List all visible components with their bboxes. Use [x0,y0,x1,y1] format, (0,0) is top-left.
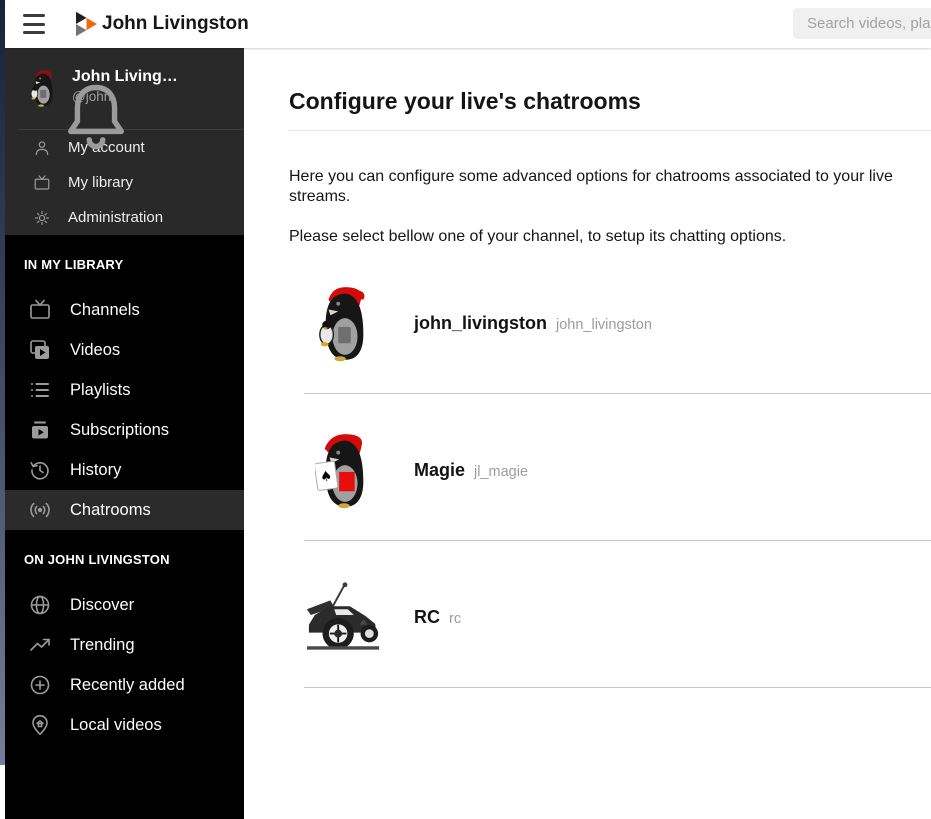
sidebar-item-label: Recently added [70,675,185,694]
sidebar-item-trending[interactable]: Trending [0,625,244,665]
channel-row-rc[interactable]: RC rc [304,577,931,688]
map-pin-home-icon [32,715,48,735]
gear-icon [35,210,49,225]
channel-handle: rc [449,610,462,627]
trending-icon [30,638,50,651]
channel-avatar: ♠ [304,430,384,510]
add-circle-icon [30,675,50,695]
rc-car-avatar [306,582,380,650]
sidebar-item-label: Subscriptions [70,420,170,439]
sidebar-item-label: Trending [70,635,135,654]
intro-paragraph: Here you can configure some advanced opt… [289,168,893,205]
top-header: John Livingston [0,0,931,48]
peertube-logo-icon[interactable] [76,11,97,37]
channel-handle: john_livingston [556,316,652,333]
sidebar-item-videos[interactable]: Videos [0,330,244,370]
sidebar-item-local-videos[interactable]: Local videos [0,705,244,745]
channel-row-john-livingston[interactable]: john_livingston john_livingston [304,283,931,394]
channel-handle: jl_magie [474,463,529,480]
sidebar-item-discover[interactable]: Discover [0,585,244,625]
sidebar-section-title: IN MY LIBRARY [24,257,124,272]
channel-display-name: RC [414,606,440,627]
penguin-card-avatar: ♠ [315,434,364,509]
channel-display-name: john_livingston [414,312,547,333]
sidebar: John Livingston @john My account My libr… [0,48,244,819]
channel-avatar [304,577,384,657]
sidebar-item-label: Channels [70,300,140,319]
svg-text:♠: ♠ [319,468,333,486]
sidebar-item-label: History [70,460,122,479]
channel-list: john_livingston john_livingston ♠ Magie … [304,283,931,688]
sidebar-item-label: Chatrooms [70,500,151,519]
sidebar-item-label: Playlists [70,380,131,399]
sidebar-item-label: Administration [68,209,164,226]
sidebar-item-label: Local videos [70,715,162,734]
penguin-santa-avatar [319,287,365,362]
subscriptions-icon [32,421,48,439]
menu-toggle-button[interactable] [23,14,47,34]
live-broadcast-icon [30,502,50,518]
sidebar-item-playlists[interactable]: Playlists [0,370,244,410]
instance-title[interactable]: John Livingston [102,0,249,48]
sidebar-item-channels[interactable]: Channels [0,290,244,330]
sidebar-item-my-library[interactable]: My library [0,165,244,200]
instruction-paragraph: Please select bellow one of your channel… [289,228,787,245]
sidebar-item-label: Discover [70,595,135,614]
tv-icon [30,299,50,319]
channel-display-name: Magie [414,459,466,480]
sidebar-item-subscriptions[interactable]: Subscriptions [0,410,244,450]
left-scrollbar-thumb[interactable] [0,0,5,765]
main-content: Configure your live's chatrooms Here you… [244,48,931,819]
sidebar-item-administration[interactable]: Administration [0,200,244,235]
globe-icon [30,595,50,615]
sidebar-item-label: My library [68,174,134,191]
history-icon [30,462,49,480]
tv-icon [34,174,50,190]
channel-avatar [304,283,384,363]
sidebar-item-chatrooms[interactable]: Chatrooms [0,490,244,530]
user-row[interactable]: John Livingston @john [0,48,244,150]
left-scrollbar-track[interactable] [0,765,5,819]
sidebar-item-history[interactable]: History [0,450,244,490]
page-title: Configure your live's chatrooms [289,88,931,131]
notifications-bell-icon[interactable] [0,74,218,155]
search-input[interactable] [793,8,931,39]
sidebar-item-label: Videos [70,340,121,359]
playlist-icon [31,383,49,397]
sidebar-item-recently-added[interactable]: Recently added [0,665,244,705]
sidebar-section-title: ON JOHN LIVINGSTON [24,552,170,567]
video-library-icon [30,340,49,359]
channel-row-magie[interactable]: ♠ Magie jl_magie [304,430,931,541]
sidebar-user-panel: John Livingston @john My account My libr… [0,48,244,235]
